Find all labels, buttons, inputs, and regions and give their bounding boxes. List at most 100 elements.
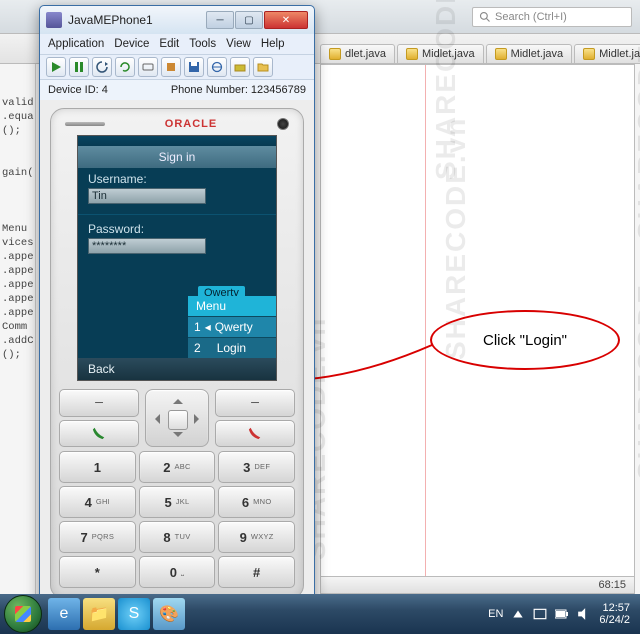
phone-frame: ORACLE Sign in Username: Tin Password: *…: [40, 100, 314, 609]
clock[interactable]: 12:57 6/24/2: [599, 602, 630, 626]
start-button[interactable]: [4, 595, 42, 633]
toolbar-folder-icon[interactable]: [253, 57, 273, 77]
dpad-right-icon: [194, 414, 204, 424]
ide-search-box[interactable]: Search (Ctrl+I): [472, 7, 632, 27]
call-button[interactable]: [59, 420, 139, 448]
key-4[interactable]: 4GHI: [59, 486, 136, 518]
window-title: JavaMEPhone1: [68, 13, 153, 27]
toolbar-btn-icon[interactable]: [138, 57, 158, 77]
phone-screen: Sign in Username: Tin Password: ********…: [77, 135, 277, 381]
editor-tab[interactable]: dlet.java: [320, 44, 395, 63]
device-info-bar: Device ID: 4 Phone Number: 123456789: [40, 80, 314, 100]
toolbar-rotate-icon[interactable]: [92, 57, 112, 77]
taskbar-ie-icon[interactable]: e: [48, 598, 80, 630]
java-file-icon: [495, 48, 507, 60]
screen-title: Sign in: [78, 146, 276, 168]
taskbar-paint-icon[interactable]: 🎨: [153, 598, 185, 630]
volume-icon[interactable]: [577, 607, 591, 621]
java-file-icon: [406, 48, 418, 60]
menu-item-label: Qwerty: [215, 320, 253, 334]
menu-item-number: 2: [194, 341, 201, 355]
menu-device[interactable]: Device: [114, 38, 149, 50]
key-5[interactable]: 5JKL: [139, 486, 216, 518]
numeric-keypad: 1 2ABC 3DEF 4GHI 5JKL 6MNO 7PQRS 8TUV 9W…: [59, 451, 295, 588]
menu-bar: Application Device Edit Tools View Help: [40, 34, 314, 54]
clock-date: 6/24/2: [599, 614, 630, 626]
key-hash[interactable]: #: [218, 556, 295, 588]
password-label: Password:: [88, 222, 144, 236]
options-menu: Menu 1 ◂ Qwerty 2 Login: [188, 296, 276, 358]
menu-item-arrow-icon: ◂: [205, 320, 211, 334]
menu-application[interactable]: Application: [48, 38, 104, 50]
toolbar-network-icon[interactable]: [207, 57, 227, 77]
key-2[interactable]: 2ABC: [139, 451, 216, 483]
toolbar-refresh-icon[interactable]: [115, 57, 135, 77]
softkey-row: ─ ─: [59, 389, 295, 447]
annotation-callout: Click "Login": [430, 310, 620, 370]
password-input[interactable]: ********: [88, 238, 206, 254]
watermark: SHARECODE.vn: [632, 0, 640, 240]
key-9[interactable]: 9WXYZ: [218, 521, 295, 553]
softkey-back[interactable]: Back: [88, 362, 115, 376]
dpad-up-icon: [173, 394, 183, 404]
right-softkey-button[interactable]: ─: [215, 389, 295, 417]
toolbar-wizard-icon[interactable]: [230, 57, 250, 77]
menu-view[interactable]: View: [226, 38, 251, 50]
search-icon: [479, 11, 491, 23]
username-label: Username:: [88, 172, 147, 186]
key-8[interactable]: 8TUV: [139, 521, 216, 553]
flag-icon[interactable]: [533, 607, 547, 621]
dpad[interactable]: [145, 389, 209, 447]
menu-item-login[interactable]: 2 Login: [188, 337, 276, 358]
speaker-grill: [65, 122, 105, 126]
toolbar-save-icon[interactable]: [184, 57, 204, 77]
editor-tab[interactable]: Midlet.java: [486, 44, 573, 63]
window-titlebar[interactable]: JavaMEPhone1 ─ ▢ ✕: [40, 6, 314, 34]
dpad-left-icon: [150, 414, 160, 424]
toolbar-square-icon[interactable]: [161, 57, 181, 77]
toolbar: [40, 54, 314, 80]
end-call-button[interactable]: [215, 420, 295, 448]
menu-item-number: 1: [194, 320, 201, 334]
taskbar-skype-icon[interactable]: S: [118, 598, 150, 630]
menu-edit[interactable]: Edit: [159, 38, 179, 50]
java-file-icon: [329, 48, 341, 60]
maximize-button[interactable]: ▢: [235, 11, 263, 29]
cursor-position: 68:15: [598, 579, 626, 591]
phone-number: Phone Number: 123456789: [171, 84, 306, 96]
oracle-logo: ORACLE: [165, 118, 217, 130]
key-3[interactable]: 3DEF: [218, 451, 295, 483]
clock-time: 12:57: [599, 602, 630, 614]
key-6[interactable]: 6MNO: [218, 486, 295, 518]
ide-search-placeholder: Search (Ctrl+I): [495, 11, 567, 23]
minimize-button[interactable]: ─: [206, 11, 234, 29]
ide-left-gutter: valid .equa (); gain( Menu ( vices .appe…: [0, 64, 36, 594]
java-file-icon: [583, 48, 595, 60]
battery-icon[interactable]: [555, 607, 569, 621]
editor-tab[interactable]: Midlet.java...: [574, 44, 640, 63]
key-7[interactable]: 7PQRS: [59, 521, 136, 553]
language-indicator[interactable]: EN: [488, 608, 503, 620]
key-1[interactable]: 1: [59, 451, 136, 483]
close-button[interactable]: ✕: [264, 11, 308, 29]
phone-shell: ORACLE Sign in Username: Tin Password: *…: [50, 108, 304, 599]
taskbar-explorer-icon[interactable]: 📁: [83, 598, 115, 630]
menu-help[interactable]: Help: [261, 38, 285, 50]
ide-status-bar: 68:15: [320, 576, 635, 594]
device-id: Device ID: 4: [48, 84, 108, 96]
menu-item-qwerty[interactable]: 1 ◂ Qwerty: [188, 316, 276, 337]
key-star[interactable]: *: [59, 556, 136, 588]
toolbar-run-icon[interactable]: [46, 57, 66, 77]
app-icon: [46, 12, 62, 28]
tray-up-icon[interactable]: [511, 607, 525, 621]
menu-tools[interactable]: Tools: [189, 38, 216, 50]
username-input[interactable]: Tin: [88, 188, 206, 204]
key-0[interactable]: 0⎵: [139, 556, 216, 588]
left-softkey-button[interactable]: ─: [59, 389, 139, 417]
watermark: SHARECODE.vn: [430, 0, 462, 180]
windows-taskbar: e 📁 S 🎨 EN 12:57 6/24/2: [0, 594, 640, 634]
tab-label: dlet.java: [345, 48, 386, 60]
screen-status-bar: [78, 136, 276, 146]
editor-margin-rule: [425, 65, 426, 585]
toolbar-pause-icon[interactable]: [69, 57, 89, 77]
